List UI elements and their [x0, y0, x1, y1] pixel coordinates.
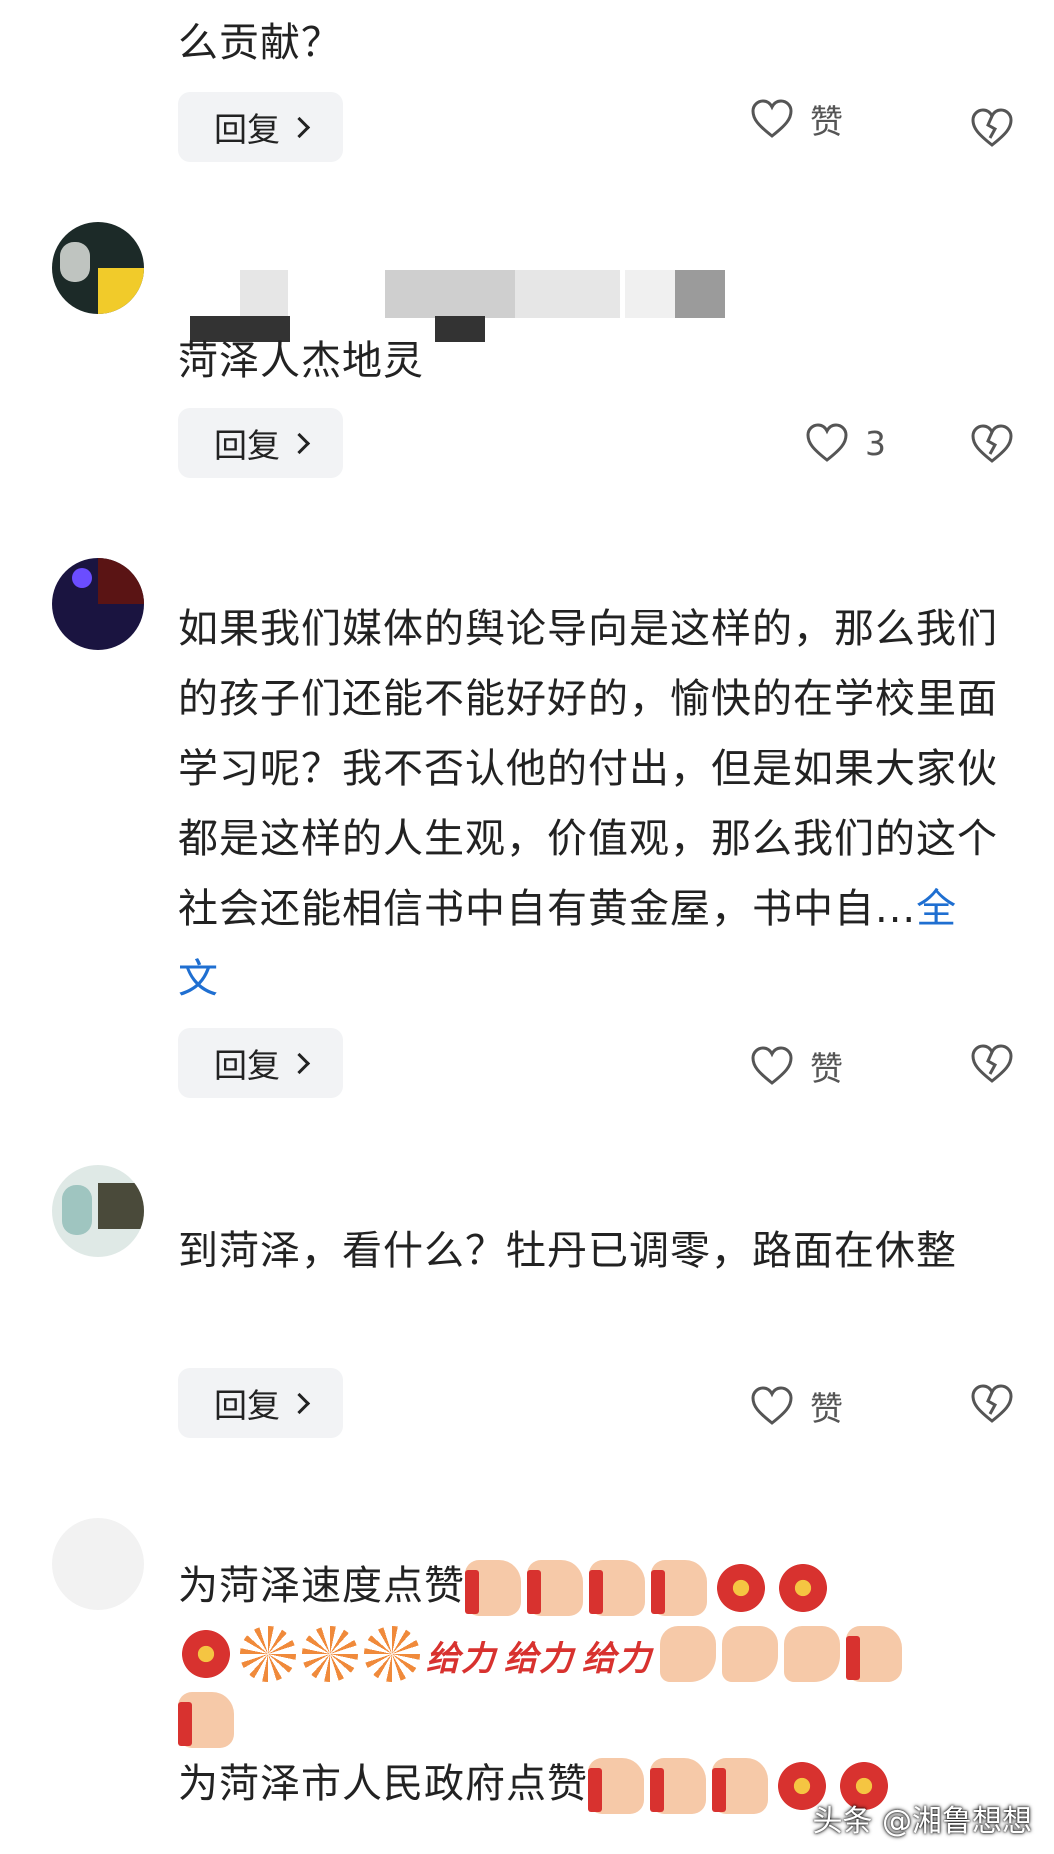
thumbs-up-emoji — [712, 1758, 768, 1814]
geili-sticker: 给力 — [426, 1639, 496, 1679]
thumbs-up-emoji — [178, 1692, 234, 1748]
heart-outline-icon — [750, 1386, 794, 1426]
thumbs-up-emoji — [650, 1758, 706, 1814]
avatar[interactable] — [52, 222, 144, 314]
like-button[interactable]: 赞 — [750, 1042, 843, 1090]
like-label: 赞 — [810, 1049, 843, 1088]
chevron-right-icon — [288, 116, 311, 138]
comment-line: 为菏泽市人民政府点赞 — [178, 1761, 588, 1807]
chevron-right-icon — [288, 1052, 311, 1074]
like-label: 赞 — [810, 102, 843, 141]
avatar[interactable] — [52, 1518, 144, 1610]
comment-text: 到菏泽，看什么？牡丹已调零，路面在休整 — [178, 1228, 957, 1274]
heart-outline-icon — [805, 423, 849, 463]
comment-line: 为菏泽速度点赞 — [178, 1563, 465, 1609]
comment-body: 如果我们媒体的舆论导向是这样的，那么我们的孩子们还能不能好好的，愉快的在学校里面… — [178, 606, 998, 932]
flexed-arm-emoji — [722, 1626, 778, 1682]
reply-label: 回复 — [214, 1046, 280, 1085]
ribbon-emoji — [178, 1626, 234, 1682]
heart-outline-icon — [750, 99, 794, 139]
thumbs-up-emoji — [589, 1560, 645, 1616]
thumbs-up-emoji — [527, 1560, 583, 1616]
reply-button[interactable]: 回复 — [178, 92, 343, 162]
broken-heart-icon[interactable] — [970, 108, 1014, 148]
like-label: 赞 — [810, 1389, 843, 1428]
reply-label: 回复 — [214, 110, 280, 149]
reply-button[interactable]: 回复 — [178, 1028, 343, 1098]
broken-heart-icon[interactable] — [970, 1384, 1014, 1424]
like-count: 3 — [865, 423, 886, 463]
reply-label: 回复 — [214, 426, 280, 465]
comment-text: 菏泽人杰地灵 — [178, 338, 424, 384]
firework-emoji — [240, 1626, 296, 1682]
chevron-right-icon — [288, 432, 311, 454]
flexed-arm-emoji — [784, 1626, 840, 1682]
heart-outline-icon — [750, 1046, 794, 1086]
firework-emoji — [364, 1626, 420, 1682]
thumbs-up-emoji — [465, 1560, 521, 1616]
like-button[interactable]: 赞 — [750, 95, 843, 143]
geili-sticker: 给力 — [582, 1639, 652, 1679]
like-button[interactable]: 赞 — [750, 1382, 843, 1430]
watermark: 头条 @湘鲁想想 — [812, 1804, 1032, 1839]
thumbs-up-emoji — [651, 1560, 707, 1616]
broken-heart-icon[interactable] — [970, 424, 1014, 464]
flexed-arm-emoji — [660, 1626, 716, 1682]
ribbon-emoji — [713, 1560, 769, 1616]
comment-text: 为菏泽速度点赞 给力 给力 给力 为菏泽市人民政府点赞 — [178, 1553, 998, 1817]
broken-heart-icon[interactable] — [970, 1044, 1014, 1084]
ribbon-emoji — [775, 1560, 831, 1616]
geili-sticker: 给力 — [504, 1639, 574, 1679]
like-button[interactable]: 3 — [805, 423, 886, 463]
avatar[interactable] — [52, 558, 144, 650]
reply-button[interactable]: 回复 — [178, 408, 343, 478]
reply-label: 回复 — [214, 1386, 280, 1425]
avatar[interactable] — [52, 1165, 144, 1257]
comment-text: 么贡献？ — [178, 20, 342, 66]
firework-emoji — [302, 1626, 358, 1682]
thumbs-up-emoji — [846, 1626, 902, 1682]
chevron-right-icon — [288, 1392, 311, 1414]
thumbs-up-emoji — [588, 1758, 644, 1814]
comment-text: 如果我们媒体的舆论导向是这样的，那么我们的孩子们还能不能好好的，愉快的在学校里面… — [178, 594, 998, 1014]
reply-button[interactable]: 回复 — [178, 1368, 343, 1438]
